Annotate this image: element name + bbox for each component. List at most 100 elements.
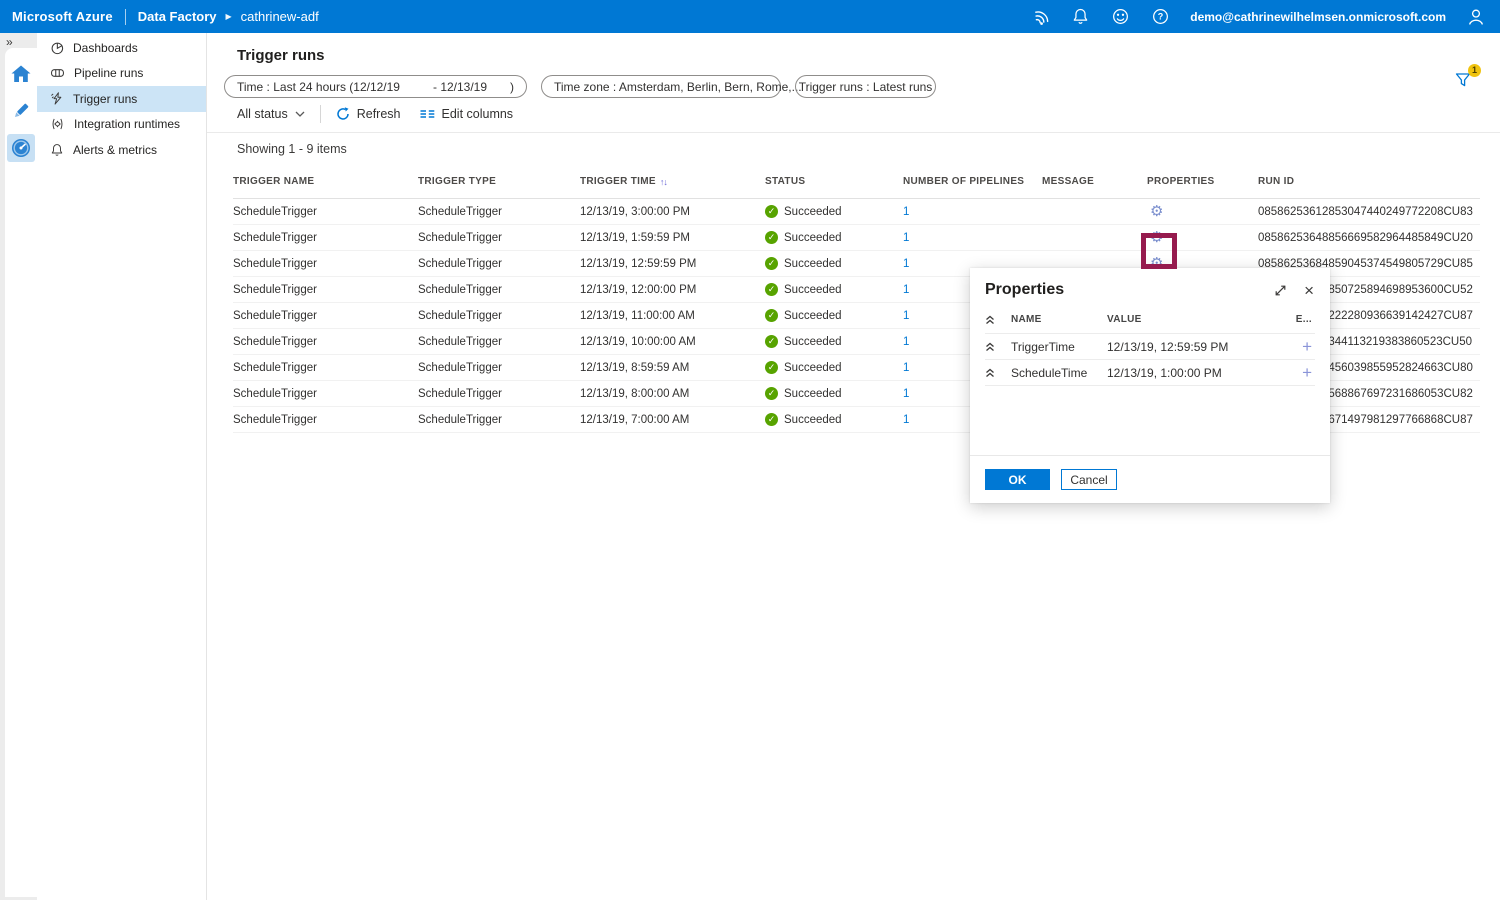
account-email[interactable]: demo@cathrinewilhelmsen.onmicrosoft.com xyxy=(1190,10,1446,24)
sidebar-item-dashboards[interactable]: Dashboards xyxy=(37,35,206,61)
trigger-runs-filter-pill[interactable]: Trigger runs : Latest runs xyxy=(795,75,936,98)
cell-trigger-type: ScheduleTrigger xyxy=(418,414,580,426)
pipelines-count-link[interactable]: 1 xyxy=(903,414,909,426)
cell-properties: ⚙ xyxy=(1147,230,1258,245)
succeeded-check-icon: ✓ xyxy=(765,283,778,296)
popup-title: Properties xyxy=(985,281,1064,299)
cell-trigger-type: ScheduleTrigger xyxy=(418,206,580,218)
status-filter-dropdown[interactable]: All status xyxy=(237,107,305,121)
breadcrumb-resource[interactable]: cathrinew-adf xyxy=(241,9,319,24)
succeeded-check-icon: ✓ xyxy=(765,335,778,348)
popup-footer: OK Cancel xyxy=(970,455,1330,503)
sidebar-item-pipeline-runs[interactable]: Pipeline runs xyxy=(37,61,206,87)
cell-trigger-name: ScheduleTrigger xyxy=(233,206,418,218)
time-filter-pill[interactable]: Time : Last 24 hours (12/12/19 - 12/13/1… xyxy=(224,75,527,98)
cell-trigger-time: 12/13/19, 12:59:59 PM xyxy=(580,258,765,270)
rail-panel xyxy=(5,48,37,897)
azure-top-bar: Microsoft Azure Data Factory ▶ cathrinew… xyxy=(0,0,1500,33)
filter-pill-row: Time : Last 24 hours (12/12/19 - 12/13/1… xyxy=(224,75,1500,98)
pipelines-count-link[interactable]: 1 xyxy=(903,336,909,348)
popup-col-name: NAME xyxy=(1011,314,1107,325)
succeeded-check-icon: ✓ xyxy=(765,361,778,374)
author-pencil-nav-button[interactable] xyxy=(7,97,35,125)
succeeded-check-icon: ✓ xyxy=(765,231,778,244)
collapse-all-icon[interactable] xyxy=(985,315,1011,325)
help-icon[interactable]: ? xyxy=(1150,7,1170,27)
add-icon[interactable]: + xyxy=(1265,364,1315,381)
table-toolbar: All status Refresh Edit columns xyxy=(207,105,1500,133)
home-nav-button[interactable] xyxy=(7,60,35,88)
sidebar-item-integration-runtimes[interactable]: Integration runtimes xyxy=(37,112,206,138)
succeeded-check-icon: ✓ xyxy=(765,205,778,218)
cell-trigger-type: ScheduleTrigger xyxy=(418,362,580,374)
pipelines-count-link[interactable]: 1 xyxy=(903,284,909,296)
monitor-nav-button[interactable] xyxy=(7,134,35,162)
cell-trigger-name: ScheduleTrigger xyxy=(233,310,418,322)
breadcrumb-app[interactable]: Data Factory xyxy=(138,9,217,24)
succeeded-check-icon: ✓ xyxy=(765,257,778,270)
pipelines-count-link[interactable]: 1 xyxy=(903,310,909,322)
table-header-row: TRIGGER NAME TRIGGER TYPE TRIGGER TIME ↑… xyxy=(233,168,1480,199)
page-title: Trigger runs xyxy=(237,47,1500,64)
signal-icon[interactable] xyxy=(1030,7,1050,27)
cell-number-of-pipelines: 1 xyxy=(903,206,1042,218)
edit-columns-button[interactable]: Edit columns xyxy=(420,107,514,121)
cell-status: ✓ Succeeded xyxy=(765,309,903,322)
cell-trigger-type: ScheduleTrigger xyxy=(418,310,580,322)
active-filters-indicator[interactable]: 1 xyxy=(1455,64,1479,90)
sort-icon[interactable]: ↑↓ xyxy=(660,177,667,187)
pipelines-count-link[interactable]: 1 xyxy=(903,258,909,270)
close-icon[interactable]: × xyxy=(1304,282,1314,299)
cell-status: ✓ Succeeded xyxy=(765,283,903,296)
properties-gear-icon[interactable]: ⚙ xyxy=(1150,204,1163,219)
toolbar-divider xyxy=(320,105,321,123)
col-header-number-of-pipelines[interactable]: NUMBER OF PIPELINES xyxy=(903,176,1042,187)
expand-rail-button[interactable]: » xyxy=(0,33,37,48)
ok-button[interactable]: OK xyxy=(985,469,1050,490)
integration-runtimes-icon xyxy=(50,117,65,131)
cancel-button[interactable]: Cancel xyxy=(1061,469,1117,490)
pipelines-count-link[interactable]: 1 xyxy=(903,206,909,218)
properties-popup: Properties × NAME VALUE E... TriggerTime… xyxy=(970,268,1330,503)
filter-count-badge: 1 xyxy=(1468,64,1481,77)
expand-icon[interactable] xyxy=(1274,284,1287,297)
pipelines-count-link[interactable]: 1 xyxy=(903,388,909,400)
cell-trigger-name: ScheduleTrigger xyxy=(233,336,418,348)
left-icon-rail: » xyxy=(0,33,37,900)
cell-run-id: 08586253612853047440249772208CU83 xyxy=(1258,206,1480,218)
cell-trigger-time: 12/13/19, 12:00:00 PM xyxy=(580,284,765,296)
col-header-status[interactable]: STATUS xyxy=(765,176,903,187)
popup-col-value: VALUE xyxy=(1107,314,1265,325)
sidebar-item-label: Trigger runs xyxy=(73,92,137,106)
property-value: 12/13/19, 1:00:00 PM xyxy=(1107,366,1265,380)
svg-text:?: ? xyxy=(1157,12,1163,22)
time-filter-end: - 12/13/19 xyxy=(433,80,487,94)
cell-trigger-time: 12/13/19, 7:00:00 AM xyxy=(580,414,765,426)
timezone-filter-pill[interactable]: Time zone : Amsterdam, Berlin, Bern, Rom… xyxy=(541,75,781,98)
properties-gear-icon[interactable]: ⚙ xyxy=(1150,230,1163,245)
pipelines-count-link[interactable]: 1 xyxy=(903,362,909,374)
cell-status: ✓ Succeeded xyxy=(765,205,903,218)
col-header-properties[interactable]: PROPERTIES xyxy=(1147,176,1258,187)
col-header-trigger-name[interactable]: TRIGGER NAME xyxy=(233,176,418,187)
monitor-sidebar: Dashboards Pipeline runs Trigger runs In… xyxy=(37,33,207,900)
cell-properties: ⚙ xyxy=(1147,204,1258,219)
sidebar-item-trigger-runs[interactable]: Trigger runs xyxy=(37,86,206,112)
add-icon[interactable]: + xyxy=(1265,338,1315,355)
sidebar-item-alerts-metrics[interactable]: Alerts & metrics xyxy=(37,137,206,163)
feedback-smiley-icon[interactable] xyxy=(1110,7,1130,27)
col-header-trigger-type[interactable]: TRIGGER TYPE xyxy=(418,176,580,187)
notifications-bell-icon[interactable] xyxy=(1070,7,1090,27)
person-icon[interactable] xyxy=(1466,7,1486,27)
col-header-run-id[interactable]: RUN ID xyxy=(1258,176,1480,187)
time-filter-close: ) xyxy=(510,80,514,94)
refresh-icon xyxy=(336,107,350,121)
col-header-message[interactable]: MESSAGE xyxy=(1042,176,1147,187)
collapse-row-icon[interactable] xyxy=(985,368,1011,378)
collapse-row-icon[interactable] xyxy=(985,342,1011,352)
pipelines-count-link[interactable]: 1 xyxy=(903,232,909,244)
cell-status: ✓ Succeeded xyxy=(765,361,903,374)
dashboards-icon xyxy=(50,41,64,55)
refresh-button[interactable]: Refresh xyxy=(336,107,401,121)
col-header-trigger-time[interactable]: TRIGGER TIME ↑↓ xyxy=(580,176,765,187)
